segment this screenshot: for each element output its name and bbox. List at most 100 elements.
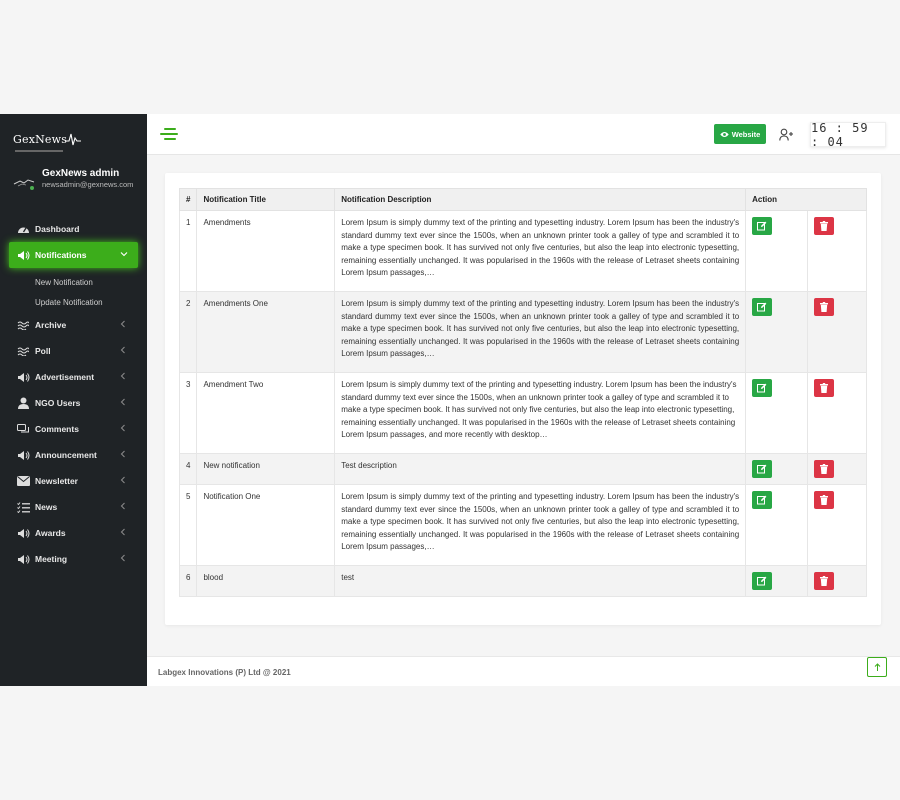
trash-icon	[820, 576, 829, 586]
chevron-left-icon	[119, 346, 129, 356]
delete-button[interactable]	[814, 460, 835, 478]
website-button-label: Website	[731, 129, 761, 139]
sidebar-item-ngo-users[interactable]: NGO Users	[0, 390, 147, 416]
user-panel[interactable]: GexNews admin newsadmin@gexnews.com	[12, 166, 147, 196]
chevron-left-icon	[119, 502, 129, 512]
row-number: 6	[178, 565, 198, 597]
sidebar-item-announcement[interactable]: Announcement	[0, 442, 147, 468]
edit-button[interactable]	[752, 491, 773, 509]
brand-tagline-bar	[15, 150, 63, 152]
chevron-left-icon	[119, 554, 129, 564]
delete-button[interactable]	[814, 379, 835, 397]
users-icon	[16, 397, 30, 409]
row-number: 4	[178, 453, 198, 485]
row-description: Lorem Ipsum is simply dummy text of the …	[334, 291, 747, 373]
chevron-left-icon	[119, 320, 129, 330]
row-number: 5	[178, 484, 198, 566]
table-row: 1 Amendments Lorem Ipsum is simply dummy…	[178, 210, 867, 292]
chevron-left-icon	[119, 398, 129, 408]
app-shell: GexNews GexNews admin newsadmin@gexnews.…	[0, 114, 900, 686]
sidebar-item-advertisement[interactable]: Advertisement	[0, 364, 147, 390]
sidebar-item-news[interactable]: News	[0, 494, 147, 520]
megaphone-icon	[16, 249, 30, 261]
column-header-description: Notification Description	[334, 188, 747, 211]
sidebar-item-meeting[interactable]: Meeting	[0, 546, 147, 572]
row-title: Notification One	[196, 484, 336, 566]
sidebar-item-label: Advertisement	[35, 372, 95, 382]
sidebar-item-archive[interactable]: Archive	[0, 312, 147, 338]
sidebar-item-newsletter[interactable]: Newsletter	[0, 468, 147, 494]
row-description: test	[334, 565, 747, 597]
delete-cell	[807, 372, 867, 454]
sidebar-item-label: Announcement	[35, 450, 97, 460]
trash-icon	[820, 221, 829, 231]
eye-icon	[719, 131, 729, 137]
sidebar-item-comments[interactable]: Comments	[0, 416, 147, 442]
sidebar-item-label: Comments	[35, 424, 79, 434]
sidebar-item-label: Poll	[35, 346, 51, 356]
delete-button[interactable]	[814, 298, 835, 316]
sidebar-item-label: Meeting	[35, 554, 68, 564]
edit-button[interactable]	[752, 217, 773, 235]
comments-icon	[16, 423, 30, 435]
sidebar-subitem-new-notification[interactable]: New Notification	[0, 272, 147, 292]
list-icon	[16, 501, 30, 513]
trash-icon	[820, 464, 829, 474]
edit-button[interactable]	[752, 572, 773, 590]
footer-copyright: Labgex Innovations (P) Ltd @ 2021	[158, 668, 291, 677]
edit-icon	[757, 464, 767, 474]
edit-button[interactable]	[752, 298, 773, 316]
column-header-number: #	[178, 188, 198, 211]
row-number: 3	[178, 372, 198, 454]
topbar: Website 16 : 59 : 04	[147, 114, 900, 155]
edit-button[interactable]	[752, 460, 773, 478]
brand-logo[interactable]: GexNews	[13, 128, 82, 150]
edit-icon	[757, 576, 767, 586]
sidebar-subitem-update-notification[interactable]: Update Notification	[0, 292, 147, 312]
notifications-table: # Notification Title Notification Descri…	[178, 188, 867, 597]
edit-icon	[757, 383, 767, 393]
sidebar-item-awards[interactable]: Awards	[0, 520, 147, 546]
row-title: Amendments One	[196, 291, 336, 373]
row-description: Lorem Ipsum is simply dummy text of the …	[334, 484, 747, 566]
dashboard-icon	[16, 223, 30, 235]
sidebar: GexNews GexNews admin newsadmin@gexnews.…	[0, 114, 147, 686]
waves-icon	[16, 319, 30, 331]
add-user-button[interactable]	[774, 123, 798, 145]
trash-icon	[820, 383, 829, 393]
delete-button[interactable]	[814, 217, 835, 235]
edit-cell	[745, 291, 809, 373]
chevron-left-icon	[119, 424, 129, 434]
delete-button[interactable]	[814, 572, 835, 590]
sidebar-item-label: Awards	[35, 528, 66, 538]
sidebar-item-notifications[interactable]: Notifications	[9, 242, 138, 268]
table-row: 3 Amendment Two Lorem Ipsum is simply du…	[178, 372, 867, 454]
table-row: 6 blood test	[178, 565, 867, 597]
delete-cell	[807, 565, 867, 597]
scroll-to-top-button[interactable]	[867, 657, 887, 677]
sidebar-item-dashboard[interactable]: Dashboard	[0, 216, 147, 242]
edit-button[interactable]	[752, 379, 773, 397]
add-user-icon	[779, 128, 793, 141]
menu-toggle-icon[interactable]	[160, 128, 178, 140]
row-number: 1	[178, 210, 198, 292]
megaphone-icon	[16, 371, 30, 383]
website-button[interactable]: Website	[714, 124, 766, 144]
user-email: newsadmin@gexnews.com	[42, 180, 134, 189]
sidebar-item-label: News	[35, 502, 58, 512]
sidebar-item-label: Notifications	[35, 250, 87, 260]
delete-button[interactable]	[814, 491, 835, 509]
delete-cell	[807, 484, 867, 566]
column-header-action: Action	[745, 188, 867, 211]
row-description: Lorem Ipsum is simply dummy text of the …	[334, 372, 747, 454]
chevron-left-icon	[119, 528, 129, 538]
delete-cell	[807, 453, 867, 485]
envelope-icon	[16, 475, 30, 487]
column-header-title: Notification Title	[196, 188, 336, 211]
delete-cell	[807, 291, 867, 373]
chevron-down-icon	[120, 250, 130, 260]
edit-cell	[745, 372, 809, 454]
trash-icon	[820, 302, 829, 312]
sidebar-item-poll[interactable]: Poll	[0, 338, 147, 364]
table-row: 5 Notification One Lorem Ipsum is simply…	[178, 484, 867, 566]
